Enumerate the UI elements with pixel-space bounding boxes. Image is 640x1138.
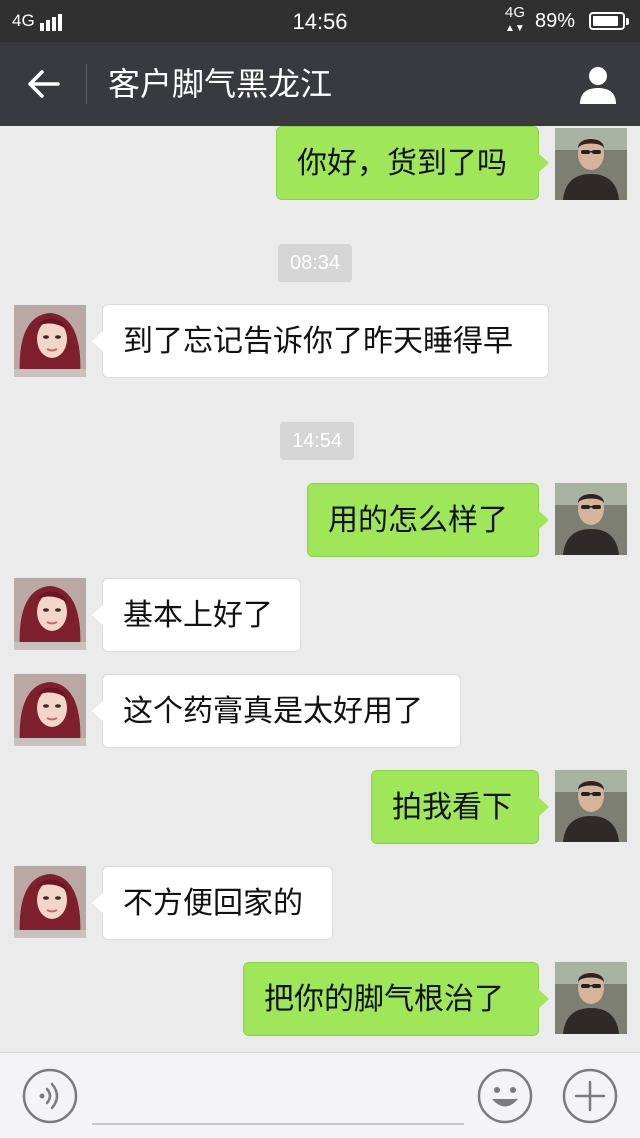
message-bubble-outgoing[interactable]: 用的怎么样了 xyxy=(307,483,549,557)
contact-avatar[interactable] xyxy=(14,674,86,746)
my-avatar[interactable] xyxy=(555,483,627,555)
message-bubble-outgoing[interactable]: 把你的脚气根治了 xyxy=(243,962,549,1036)
battery-fill xyxy=(593,16,618,26)
smiley-icon[interactable] xyxy=(477,1068,533,1124)
message-bubble-incoming[interactable]: 这个药膏真是太好用了 xyxy=(92,674,461,748)
message-bubble-outgoing[interactable]: 你好，货到了吗 xyxy=(276,126,549,200)
message-bubble-outgoing[interactable]: 拍我看下 xyxy=(371,770,549,844)
message-input[interactable] xyxy=(92,1123,464,1125)
my-avatar[interactable] xyxy=(555,128,627,200)
my-avatar[interactable] xyxy=(555,770,627,842)
input-bar xyxy=(0,1052,640,1138)
timestamp: 08:34 xyxy=(278,244,353,282)
chat-header: 客户脚气黑龙江 xyxy=(0,42,640,126)
voice-icon[interactable] xyxy=(22,1068,78,1124)
battery-icon xyxy=(589,12,629,30)
my-avatar[interactable] xyxy=(555,962,627,1034)
header-divider xyxy=(86,64,87,104)
arrow-left-icon[interactable] xyxy=(24,64,64,104)
message-bubble-incoming[interactable]: 不方便回家的 xyxy=(92,866,333,940)
network-type-secondary: 4G ▲▼ xyxy=(505,4,526,34)
message-list[interactable]: 你好，货到了吗 08:34 到了忘记告诉你了昨天睡得早 14:54 用的怎么样了 xyxy=(0,126,640,1052)
battery-percent: 89% xyxy=(535,10,576,32)
plus-icon[interactable] xyxy=(562,1068,618,1124)
contact-avatar[interactable] xyxy=(14,305,86,377)
timestamp: 14:54 xyxy=(280,422,355,460)
contact-avatar[interactable] xyxy=(14,866,86,938)
message-bubble-incoming[interactable]: 基本上好了 xyxy=(92,578,301,652)
message-bubble-incoming[interactable]: 到了忘记告诉你了昨天睡得早 xyxy=(92,304,549,378)
person-icon[interactable] xyxy=(576,62,620,106)
status-bar: 4G 14:56 4G ▲▼ 89% xyxy=(0,0,640,42)
page-title: 客户脚气黑龙江 xyxy=(108,65,333,103)
contact-avatar[interactable] xyxy=(14,578,86,650)
